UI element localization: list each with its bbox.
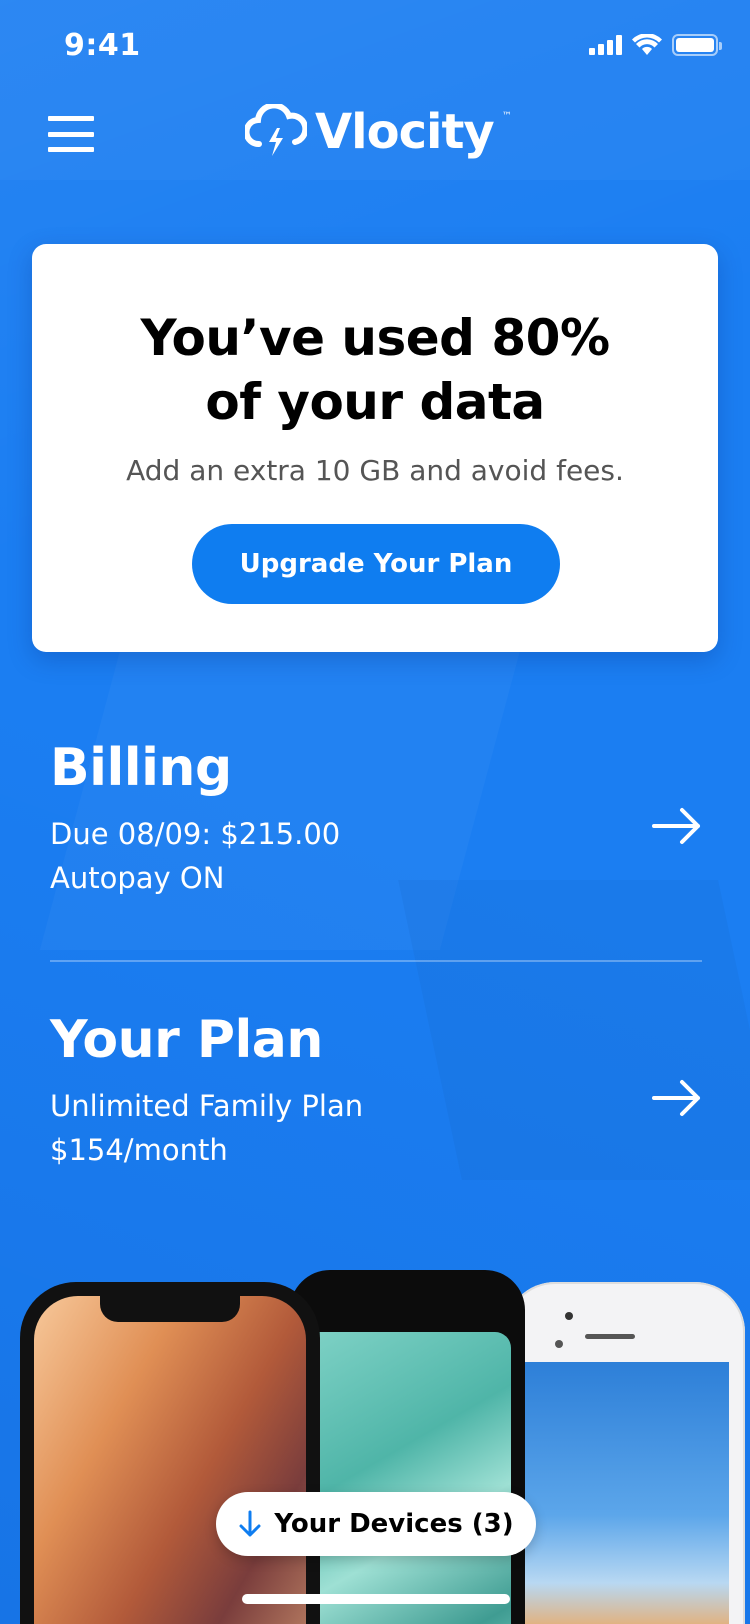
- cloud-bolt-icon: [245, 104, 307, 156]
- billing-title: Billing: [50, 738, 232, 798]
- trademark-symbol: ™: [501, 110, 512, 122]
- cellular-signal-icon: [589, 35, 622, 55]
- plan-section[interactable]: Your Plan Unlimited Family Plan $154/mon…: [50, 1010, 702, 1190]
- billing-section[interactable]: Billing Due 08/09: $215.00 Autopay ON: [50, 738, 702, 918]
- arrow-right-icon[interactable]: [652, 806, 702, 846]
- your-devices-label: Your Devices (3): [274, 1509, 514, 1539]
- data-usage-title-line2: of your data: [205, 373, 545, 431]
- arrow-down-icon: [239, 1510, 261, 1537]
- hamburger-menu-icon[interactable]: [48, 116, 94, 152]
- upgrade-plan-button[interactable]: Upgrade Your Plan: [192, 524, 560, 604]
- section-divider: [50, 960, 702, 962]
- your-devices-button[interactable]: Your Devices (3): [216, 1492, 536, 1556]
- data-usage-title: You’ve used 80% of your data: [32, 306, 718, 434]
- battery-icon: [672, 34, 722, 56]
- data-usage-title-line1: You’ve used 80%: [140, 309, 610, 367]
- home-indicator[interactable]: [242, 1594, 510, 1604]
- phone-black-image: [290, 1270, 525, 1624]
- app-header: Vlocity ™: [0, 90, 750, 180]
- plan-title: Your Plan: [50, 1010, 323, 1070]
- phone-screen: [34, 1296, 306, 1624]
- status-time: 9:41: [64, 28, 141, 63]
- status-bar: 9:41: [0, 0, 750, 90]
- phone-screen: [521, 1362, 729, 1624]
- billing-autopay: Autopay ON: [50, 861, 225, 895]
- plan-name: Unlimited Family Plan: [50, 1089, 364, 1123]
- wifi-icon: [632, 34, 662, 55]
- devices-illustration: [0, 1270, 750, 1624]
- phone-screen: [304, 1332, 511, 1624]
- phone-x-image: [20, 1282, 320, 1624]
- plan-price: $154/month: [50, 1133, 228, 1167]
- billing-due: Due 08/09: $215.00: [50, 817, 341, 851]
- data-usage-subtitle: Add an extra 10 GB and avoid fees.: [126, 454, 624, 487]
- arrow-right-icon[interactable]: [652, 1078, 702, 1118]
- status-icons: [589, 34, 722, 56]
- phone-white-image: [505, 1282, 745, 1624]
- brand-logo: Vlocity ™: [245, 104, 512, 160]
- data-usage-card: You’ve used 80% of your data Add an extr…: [32, 244, 718, 652]
- brand-name: Vlocity: [315, 104, 495, 160]
